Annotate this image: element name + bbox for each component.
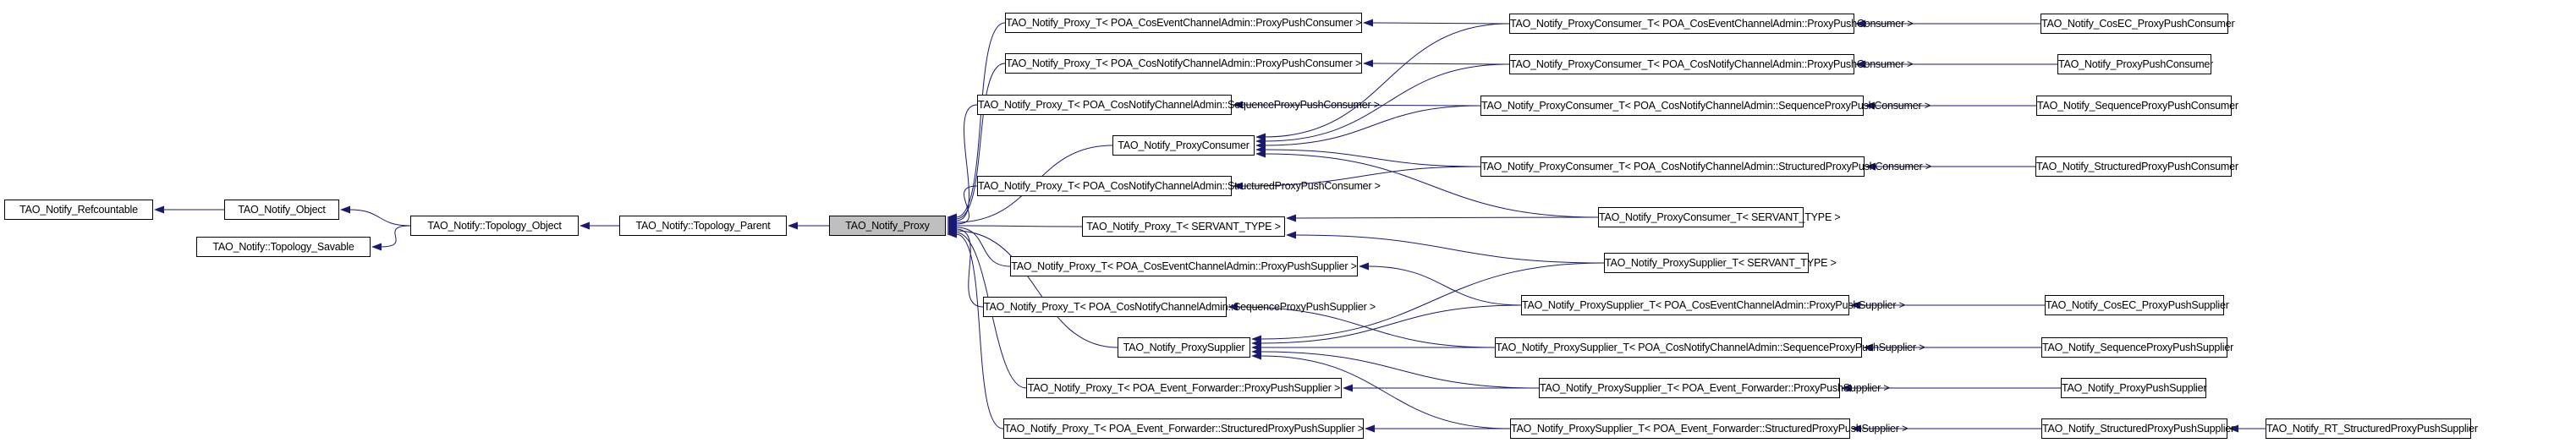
arrowhead-icon <box>1365 424 1375 433</box>
node-proxy-t-cosec-proxy-push-supplier[interactable]: TAO_Notify_Proxy_T< POA_CosEventChannelA… <box>1010 256 1358 276</box>
arrowhead-icon <box>788 222 798 230</box>
node-proxy-t-cosnotify-sequence-proxy-push-supplier[interactable]: TAO_Notify_Proxy_T< POA_CosNotifyChannel… <box>983 297 1376 317</box>
node-proxy-supplier-t-servant-type[interactable]: TAO_Notify_ProxySupplier_T< SERVANT_TYPE… <box>1604 253 1837 273</box>
node-topology-object[interactable]: TAO_Notify::Topology_Object <box>410 216 579 236</box>
inheritance-edge <box>1236 306 1496 348</box>
node-structured-proxy-push-supplier[interactable]: TAO_Notify_StructuredProxyPushSupplier <box>2041 418 2234 439</box>
node-rt-structured-proxy-push-supplier[interactable]: TAO_Notify_RT_StructuredProxyPushSupplie… <box>2266 418 2478 439</box>
node-proxy-supplier[interactable]: TAO_Notify_ProxySupplier <box>1118 337 1250 358</box>
inheritance-edge <box>380 225 411 248</box>
node-proxy-push-consumer[interactable]: TAO_Notify_ProxyPushConsumer <box>2057 54 2213 74</box>
inheritance-edge <box>1371 22 1510 25</box>
node-object[interactable]: TAO_Notify_Object <box>224 200 339 220</box>
arrowhead-icon <box>1286 214 1296 222</box>
inheritance-edge <box>349 209 411 227</box>
node-proxy-consumer-t-cosec-proxy-push-consumer[interactable]: TAO_Notify_ProxyConsumer_T< POA_CosEvent… <box>1509 14 1914 34</box>
inheritance-edge <box>1264 149 1481 167</box>
node-proxy-supplier-t-event-forwarder-proxy-push-supplier[interactable]: TAO_Notify_ProxySupplier_T< POA_Event_Fo… <box>1539 378 1890 398</box>
node-proxy-t-cosnotify-structured-proxy-push-consumer[interactable]: TAO_Notify_Proxy_T< POA_CosNotifyChannel… <box>977 176 1381 196</box>
node-sequence-proxy-push-supplier[interactable]: TAO_Notify_SequenceProxyPushSupplier <box>2041 337 2233 358</box>
inheritance-edge <box>955 230 1118 348</box>
node-proxy-supplier-t-cosec-proxy-push-supplier[interactable]: TAO_Notify_ProxySupplier_T< POA_CosEvent… <box>1521 295 1905 315</box>
inheritance-edge <box>1371 63 1510 65</box>
node-sequence-proxy-push-consumer[interactable]: TAO_Notify_SequenceProxyPushConsumer <box>2036 96 2238 116</box>
arrowhead-icon <box>1359 262 1369 271</box>
arrowhead-icon <box>1363 19 1373 27</box>
node-proxy-supplier-t-event-forwarder-structured-proxy-push-supplier[interactable]: TAO_Notify_ProxySupplier_T< POA_Event_Fo… <box>1510 418 1908 439</box>
arrowhead-icon <box>579 222 590 230</box>
node-proxy-t-cosec-proxy-push-consumer[interactable]: TAO_Notify_Proxy_T< POA_CosEventChannelA… <box>1005 13 1362 33</box>
node-topology-savable[interactable]: TAO_Notify::Topology_Savable <box>196 237 371 257</box>
node-topology-parent[interactable]: TAO_Notify::Topology_Parent <box>619 216 787 236</box>
node-structured-proxy-push-consumer[interactable]: TAO_Notify_StructuredProxyPushConsumer <box>2035 156 2238 177</box>
node-proxy-consumer-t-servant-type[interactable]: TAO_Notify_ProxyConsumer_T< SERVANT_TYPE… <box>1598 207 1841 227</box>
node-cosec-proxy-push-consumer[interactable]: TAO_Notify_CosEC_ProxyPushConsumer <box>2040 14 2235 34</box>
arrowhead-icon <box>1363 59 1373 68</box>
node-proxy-t-cosnotify-proxy-push-consumer[interactable]: TAO_Notify_Proxy_T< POA_CosNotifyChannel… <box>1005 53 1362 74</box>
node-proxy-consumer-t-cosnotify-proxy-push-consumer[interactable]: TAO_Notify_ProxyConsumer_T< POA_CosNotif… <box>1509 54 1913 74</box>
inheritance-edge <box>955 228 984 308</box>
node-cosec-proxy-push-supplier[interactable]: TAO_Notify_CosEC_ProxyPushSupplier <box>2045 295 2229 315</box>
node-proxy-t-event-forwarder-structured-proxy-push-supplier[interactable]: TAO_Notify_Proxy_T< POA_Event_Forwarder:… <box>1003 418 1364 439</box>
inheritance-edge <box>1264 23 1510 138</box>
node-proxy-focus[interactable]: TAO_Notify_Proxy <box>829 216 946 236</box>
inheritance-edge <box>1294 216 1599 219</box>
arrowhead-icon <box>340 205 350 214</box>
arrowhead-icon <box>1286 231 1296 239</box>
node-proxy-t-servant-type[interactable]: TAO_Notify_Proxy_T< SERVANT_TYPE > <box>1082 216 1285 237</box>
arrowhead-icon <box>1343 384 1353 392</box>
node-proxy-push-supplier[interactable]: TAO_Notify_ProxyPushSupplier <box>2061 378 2207 398</box>
node-proxy-t-event-forwarder-proxy-push-supplier[interactable]: TAO_Notify_Proxy_T< POA_Event_Forwarder:… <box>1026 378 1342 398</box>
inheritance-edge <box>955 225 1083 227</box>
node-proxy-consumer-t-cosnotify-sequence-proxy-push-consumer[interactable]: TAO_Notify_ProxyConsumer_T< POA_CosNotif… <box>1480 96 1931 116</box>
node-proxy-supplier-t-cosnotify-sequence-proxy-push-supplier[interactable]: TAO_Notify_ProxySupplier_T< POA_CosNotif… <box>1495 337 1925 358</box>
node-proxy-consumer[interactable]: TAO_Notify_ProxyConsumer <box>1112 135 1255 156</box>
inheritance-edge <box>955 104 978 222</box>
node-refcountable[interactable]: TAO_Notify_Refcountable <box>4 200 153 220</box>
node-proxy-consumer-t-cosnotify-structured-proxy-push-consumer[interactable]: TAO_Notify_ProxyConsumer_T< POA_CosNotif… <box>1480 156 1931 177</box>
arrowhead-icon <box>154 205 164 214</box>
inheritance-edge <box>1367 265 1522 306</box>
arrowhead-icon <box>371 243 382 251</box>
node-proxy-t-cosnotify-sequence-proxy-push-consumer[interactable]: TAO_Notify_Proxy_T< POA_CosNotifyChannel… <box>977 95 1380 115</box>
